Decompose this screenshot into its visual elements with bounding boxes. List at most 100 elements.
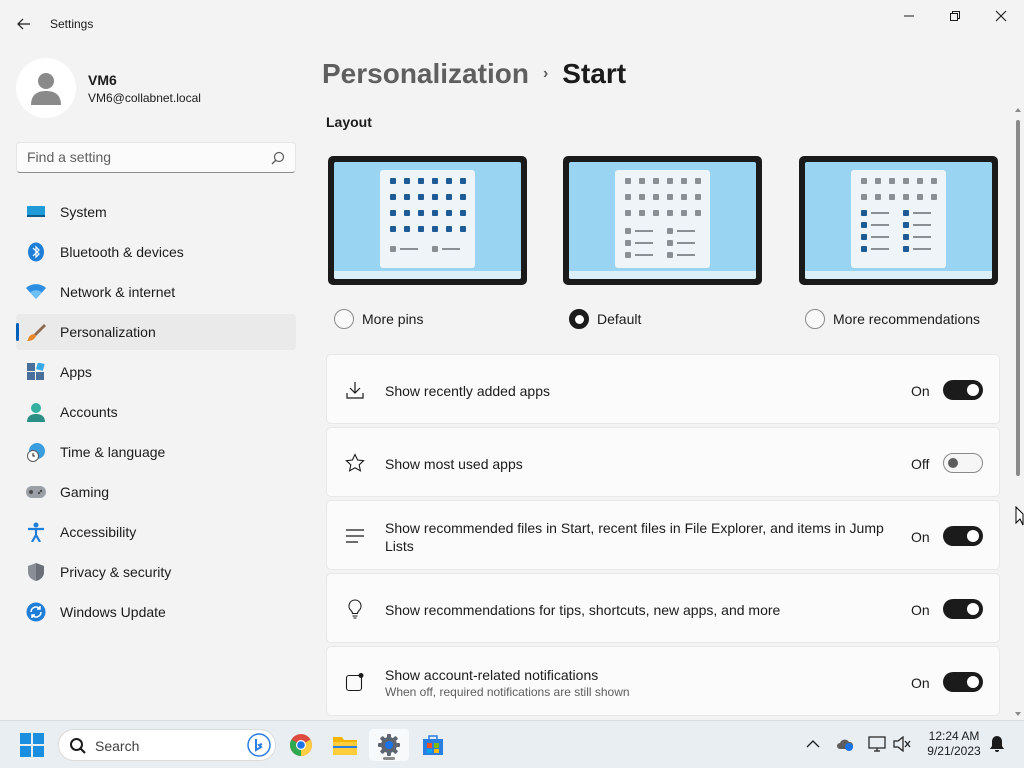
setting-title: Show most used apps bbox=[385, 456, 523, 472]
sidebar-item-accounts[interactable]: Accounts bbox=[16, 394, 296, 430]
back-arrow-icon bbox=[17, 18, 30, 30]
taskbar-store[interactable] bbox=[413, 729, 453, 761]
volume-muted-icon[interactable] bbox=[893, 735, 911, 753]
search-icon bbox=[70, 738, 86, 754]
search-input[interactable] bbox=[27, 149, 267, 165]
accounts-icon bbox=[26, 402, 46, 422]
avatar[interactable] bbox=[16, 58, 76, 118]
sidebar-item-network[interactable]: Network & internet bbox=[16, 274, 296, 310]
sidebar-item-label: Accessibility bbox=[60, 524, 137, 540]
page-title: Start bbox=[562, 58, 627, 89]
breadcrumb-parent[interactable]: Personalization bbox=[322, 58, 529, 89]
setting-title: Show recommended files in Start, recent … bbox=[385, 520, 884, 554]
sidebar-item-label: Accounts bbox=[60, 404, 118, 420]
radio-more-recommendations[interactable]: More recommendations bbox=[805, 309, 980, 329]
settings-search[interactable] bbox=[16, 142, 296, 173]
active-indicator bbox=[383, 757, 395, 760]
sidebar-item-time-language[interactable]: Time & language bbox=[16, 434, 296, 470]
layout-preview-more-pins[interactable] bbox=[328, 156, 527, 285]
sidebar-item-label: Bluetooth & devices bbox=[60, 244, 184, 260]
content-scrollbar[interactable] bbox=[1014, 106, 1022, 718]
layout-section-title: Layout bbox=[326, 114, 372, 130]
most-used-apps-toggle[interactable] bbox=[943, 453, 983, 473]
radio-default[interactable]: Default bbox=[569, 309, 641, 329]
recommended-files-toggle[interactable] bbox=[943, 526, 983, 546]
taskbar-settings[interactable] bbox=[369, 729, 409, 761]
sidebar-item-label: Apps bbox=[60, 364, 92, 380]
sidebar-item-label: Time & language bbox=[60, 444, 166, 460]
network-monitor-icon[interactable] bbox=[868, 735, 886, 753]
mouse-cursor-icon bbox=[1015, 506, 1024, 526]
recently-added-apps-toggle[interactable] bbox=[943, 380, 983, 400]
gamepad-icon bbox=[26, 482, 46, 502]
sidebar-nav: System Bluetooth & devices Network & int… bbox=[16, 194, 296, 634]
breadcrumb: Personalization › Start bbox=[322, 58, 626, 90]
restore-button[interactable] bbox=[932, 0, 978, 32]
taskbar-file-explorer[interactable] bbox=[325, 729, 365, 761]
more-pins-grid-icon bbox=[390, 178, 466, 252]
scrollbar-thumb[interactable] bbox=[1016, 120, 1020, 476]
toggle-state-label: On bbox=[911, 602, 930, 618]
account-notifications-toggle[interactable] bbox=[943, 672, 983, 692]
taskbar-search-label: Search bbox=[95, 738, 140, 754]
bing-icon[interactable] bbox=[247, 733, 271, 757]
radio-button[interactable] bbox=[805, 309, 825, 329]
notification-bell-icon[interactable] bbox=[988, 735, 1006, 753]
layout-preview-default[interactable] bbox=[563, 156, 762, 285]
folder-icon bbox=[333, 737, 357, 755]
sidebar-item-system[interactable]: System bbox=[16, 194, 296, 230]
layout-preview-more-recommendations[interactable] bbox=[799, 156, 998, 285]
toggle-state-label: On bbox=[911, 383, 930, 399]
breadcrumb-separator: › bbox=[542, 65, 549, 82]
setting-title: Show account-related notifications bbox=[385, 667, 599, 683]
start-menu-preview bbox=[380, 170, 475, 268]
globe-clock-icon bbox=[26, 442, 46, 462]
radio-more-pins[interactable]: More pins bbox=[334, 309, 423, 329]
system-icon bbox=[26, 202, 46, 222]
start-menu-preview bbox=[851, 170, 946, 268]
star-icon bbox=[345, 453, 365, 473]
default-grid-icon bbox=[625, 178, 701, 258]
more-recommendations-grid-icon bbox=[861, 178, 937, 252]
onedrive-icon[interactable] bbox=[836, 735, 854, 753]
taskbar-chrome[interactable] bbox=[281, 729, 321, 761]
radio-label: Default bbox=[597, 311, 642, 327]
radio-label: More pins bbox=[362, 311, 424, 327]
radio-button-checked[interactable] bbox=[569, 309, 589, 329]
scroll-up-icon[interactable] bbox=[1014, 106, 1022, 114]
sidebar-item-label: Privacy & security bbox=[60, 564, 172, 580]
download-icon bbox=[345, 380, 365, 400]
setting-recommended-files: Show recommended files in Start, recent … bbox=[326, 500, 1000, 570]
store-icon bbox=[423, 735, 443, 755]
preview-taskbar bbox=[334, 271, 521, 279]
radio-button[interactable] bbox=[334, 309, 354, 329]
sidebar-item-privacy[interactable]: Privacy & security bbox=[16, 554, 296, 590]
minimize-button[interactable] bbox=[886, 0, 932, 32]
sidebar-item-label: Gaming bbox=[60, 484, 110, 500]
sidebar-item-personalization[interactable]: Personalization bbox=[16, 314, 296, 350]
start-menu-preview bbox=[615, 170, 710, 268]
sidebar-item-bluetooth[interactable]: Bluetooth & devices bbox=[16, 234, 296, 270]
taskbar-search[interactable]: Search bbox=[58, 729, 276, 761]
taskbar-clock[interactable]: 12:24 AM 9/21/2023 bbox=[922, 729, 986, 759]
user-icon bbox=[31, 73, 61, 105]
preview-screen bbox=[334, 162, 521, 279]
sidebar-item-windows-update[interactable]: Windows Update bbox=[16, 594, 296, 630]
recommendations-tips-toggle[interactable] bbox=[943, 599, 983, 619]
update-icon bbox=[26, 602, 46, 622]
toggle-state-label: On bbox=[911, 675, 930, 691]
setting-account-notifications: Show account-related notifications When … bbox=[326, 646, 1000, 716]
back-button[interactable] bbox=[8, 8, 40, 40]
start-button[interactable] bbox=[12, 729, 52, 761]
sidebar-item-accessibility[interactable]: Accessibility bbox=[16, 514, 296, 550]
sidebar-item-apps[interactable]: Apps bbox=[16, 354, 296, 390]
paintbrush-icon bbox=[26, 322, 46, 342]
chrome-icon bbox=[290, 734, 312, 756]
toggle-state-label: On bbox=[911, 529, 930, 545]
settings-gear-icon bbox=[378, 734, 400, 756]
scroll-down-icon[interactable] bbox=[1014, 710, 1022, 718]
chevron-up-icon[interactable] bbox=[804, 735, 822, 753]
sidebar-item-gaming[interactable]: Gaming bbox=[16, 474, 296, 510]
bluetooth-icon bbox=[26, 242, 46, 262]
close-button[interactable] bbox=[978, 0, 1024, 32]
